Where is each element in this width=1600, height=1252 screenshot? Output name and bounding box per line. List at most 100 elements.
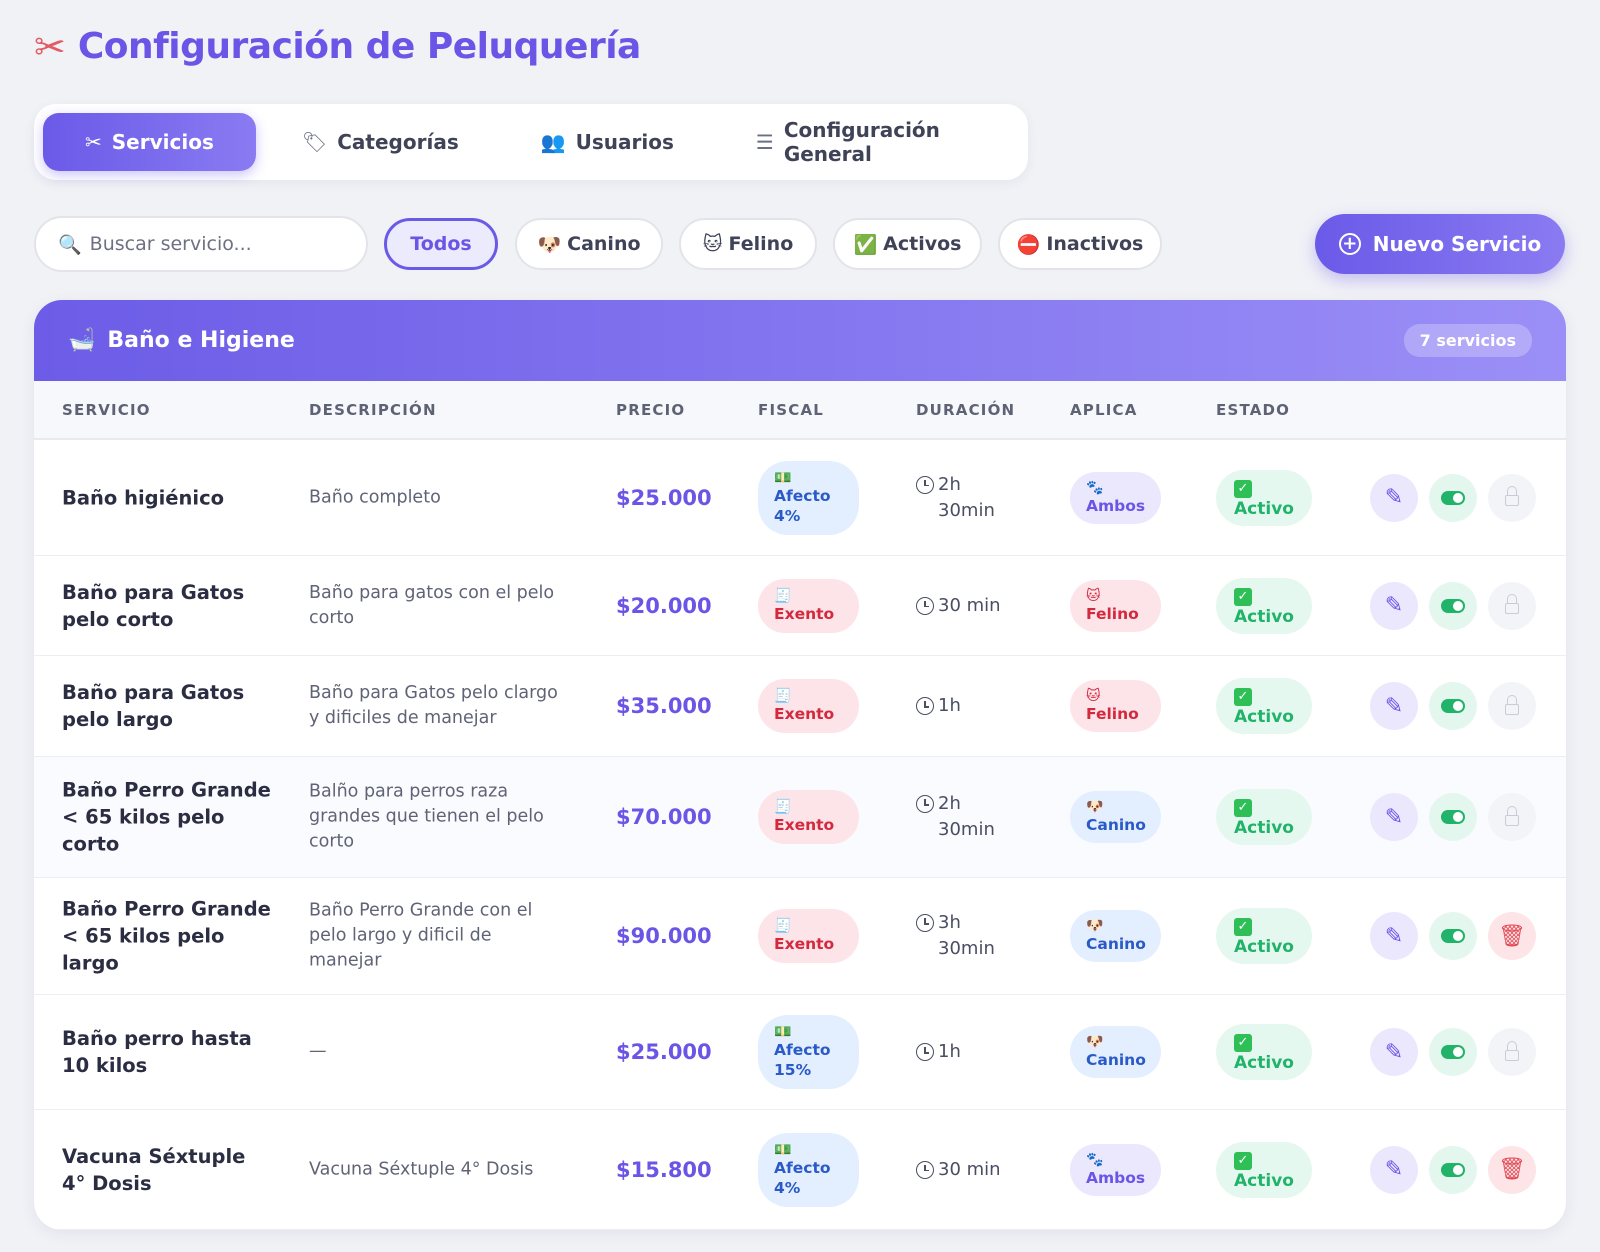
service-price: $15.800: [616, 1157, 712, 1182]
status-badge: ✓ Activo: [1216, 469, 1312, 526]
fiscal-badge: 🧾 Exento: [758, 578, 859, 633]
service-description: —: [309, 1041, 327, 1062]
new-service-button[interactable]: + Nuevo Servicio: [1315, 214, 1565, 274]
status-badge: ✓ Activo: [1216, 908, 1312, 964]
tab-configuracion-general[interactable]: ☰ Configuración General: [720, 113, 1019, 171]
service-name: Baño Perro Grande < 65 kilos pelo largo: [62, 897, 271, 975]
service-name: Baño para Gatos pelo largo: [62, 681, 245, 731]
duration: 30 min: [916, 593, 1010, 619]
toggle-icon: [1441, 810, 1465, 824]
edit-button[interactable]: ✎: [1370, 682, 1418, 730]
status-label: Activo: [1234, 818, 1294, 838]
duration: 2h 30min: [916, 791, 1010, 843]
edit-button[interactable]: ✎: [1370, 581, 1418, 630]
filter-label: Inactivos: [1046, 233, 1144, 255]
paw-icon: 🐾: [1086, 1151, 1104, 1168]
check-icon: ✓: [1234, 479, 1252, 498]
no-entry-icon: ⛔: [1016, 233, 1041, 256]
clock-icon: [916, 795, 934, 813]
column-header: DESCRIPCIÓN: [309, 401, 437, 419]
duration-value: 3h 30min: [938, 912, 995, 959]
edit-button[interactable]: ✎: [1370, 1145, 1418, 1194]
service-description: Baño completo: [309, 487, 441, 507]
edit-button[interactable]: ✎: [1370, 473, 1418, 522]
aplica-badge: 🐶 Canino: [1070, 1026, 1161, 1078]
delete-button[interactable]: 🗑: [1488, 1145, 1536, 1194]
check-icon: ✓: [1234, 918, 1252, 936]
duration: 3h 30min: [916, 910, 1010, 962]
service-name: Baño perro hasta 10 kilos: [62, 1027, 252, 1077]
tab-servicios[interactable]: ✂ Servicios: [43, 113, 256, 171]
trash-icon: 🗑: [1498, 923, 1526, 949]
duration-value: 1h: [938, 695, 961, 716]
service-count-badge: 7 servicios: [1403, 324, 1532, 357]
filter-inactivos[interactable]: ⛔ Inactivos: [998, 218, 1162, 270]
paw-icon: 🐾: [1086, 479, 1104, 496]
column-header: FISCAL: [758, 401, 825, 419]
search-input[interactable]: [89, 233, 330, 255]
tag-icon: 🏷: [301, 130, 328, 154]
toggle-status-button[interactable]: [1429, 912, 1477, 960]
service-price: $35.000: [616, 694, 712, 718]
toggle-status-button[interactable]: [1429, 793, 1477, 841]
cat-icon: 🐱: [1086, 688, 1101, 704]
aplica-badge: 🐶 Canino: [1070, 791, 1161, 843]
sliders-icon: ☰: [755, 130, 774, 154]
aplica-label: Felino: [1086, 705, 1139, 723]
filter-todos[interactable]: Todos: [384, 218, 498, 270]
toggle-status-button[interactable]: [1429, 1028, 1477, 1076]
toggle-status-button[interactable]: [1429, 1145, 1477, 1194]
table-header: SERVICIO DESCRIPCIÓN PRECIO FISCAL DURAC…: [34, 381, 1566, 440]
lock-icon: [1505, 805, 1519, 826]
tab-label: Categorías: [337, 130, 459, 154]
search-box: 🔍: [34, 216, 368, 272]
toggle-icon: [1441, 929, 1465, 943]
dog-icon: 🐶: [1086, 1034, 1104, 1050]
pencil-icon: ✎: [1384, 804, 1404, 830]
pencil-icon: ✎: [1384, 1039, 1404, 1065]
search-icon: 🔍: [58, 233, 82, 256]
delete-button[interactable]: 🗑: [1488, 912, 1536, 960]
pencil-icon: ✎: [1384, 1157, 1404, 1182]
aplica-label: Canino: [1086, 1051, 1146, 1069]
cat-icon: 🐱: [1086, 587, 1101, 604]
table-row: Baño para Gatos pelo corto Baño para gat…: [34, 556, 1566, 656]
edit-button[interactable]: ✎: [1370, 793, 1418, 841]
column-header: ESTADO: [1216, 401, 1291, 419]
status-badge: ✓ Activo: [1216, 577, 1312, 634]
trash-icon: 🗑: [1498, 1157, 1526, 1182]
aplica-badge: 🐱 Felino: [1070, 579, 1161, 632]
toggle-status-button[interactable]: [1429, 682, 1477, 730]
edit-button[interactable]: ✎: [1370, 1028, 1418, 1076]
status-label: Activo: [1234, 606, 1294, 627]
status-label: Activo: [1234, 498, 1294, 519]
check-icon: ✅: [853, 233, 878, 256]
fiscal-badge: 💵 Afecto 4%: [758, 1132, 859, 1207]
duration: 2h 30min: [916, 472, 1010, 524]
toggle-icon: [1441, 1162, 1465, 1177]
dog-icon: 🐶: [1086, 918, 1104, 934]
toggle-status-button[interactable]: [1429, 581, 1477, 630]
fiscal-badge: 💵 Afecto 15%: [758, 1015, 859, 1089]
category-header: 🛁 Baño e Higiene 7 servicios: [34, 300, 1566, 381]
filter-canino[interactable]: 🐶 Canino: [515, 218, 663, 270]
table-row: Baño perro hasta 10 kilos — $25.000 💵 Af…: [34, 995, 1566, 1110]
duration-value: 30 min: [938, 594, 1001, 616]
clock-icon: [916, 1160, 934, 1179]
edit-button[interactable]: ✎: [1370, 912, 1418, 960]
toggle-status-button[interactable]: [1429, 473, 1477, 522]
table-row: Vacuna Séxtuple 4° Dosis Vacuna Séxtuple…: [34, 1110, 1566, 1230]
aplica-label: Ambos: [1086, 496, 1146, 515]
receipt-icon: 🧾: [774, 918, 792, 934]
status-label: Activo: [1234, 1170, 1294, 1191]
tab-categorias[interactable]: 🏷 Categorías: [266, 113, 495, 171]
status-label: Activo: [1234, 1053, 1294, 1073]
filter-felino[interactable]: 🐱 Felino: [679, 218, 817, 270]
service-price: $90.000: [616, 924, 712, 948]
users-icon: 👥: [540, 130, 566, 154]
toggle-icon: [1441, 598, 1465, 613]
pencil-icon: ✎: [1384, 485, 1404, 510]
tab-usuarios[interactable]: 👥 Usuarios: [505, 113, 710, 171]
filter-activos[interactable]: ✅ Activos: [833, 218, 982, 270]
duration-value: 1h: [938, 1041, 961, 1062]
